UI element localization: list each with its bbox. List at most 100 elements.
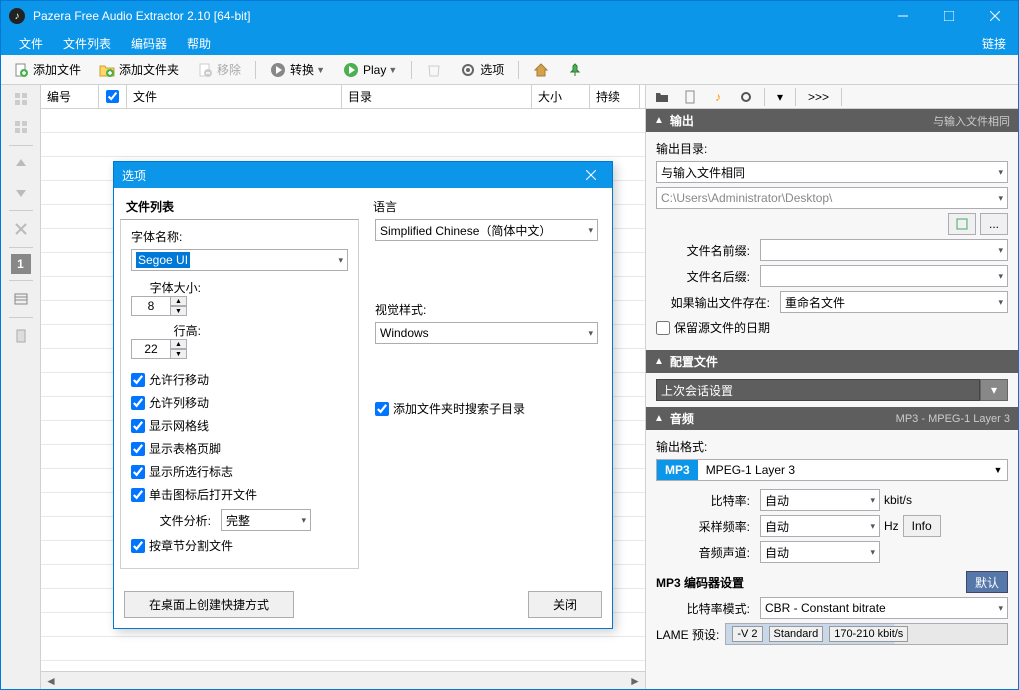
chk-selmark[interactable] xyxy=(131,465,145,479)
right-tabs: ♪ ▾ >>> xyxy=(646,85,1018,109)
fontsize-down[interactable]: ▼ xyxy=(171,306,187,316)
format-select[interactable]: MP3 MPEG-1 Layer 3 ▼ xyxy=(656,459,1008,481)
lame-v: -V 2 xyxy=(732,626,762,642)
tab-gear-icon[interactable] xyxy=(734,86,758,108)
minimize-button[interactable] xyxy=(880,1,926,31)
mp3-encoder-label: MP3 编码器设置 xyxy=(656,574,744,591)
output-dir-label: 输出目录: xyxy=(656,140,1008,157)
output-path-select[interactable]: C:\Users\Administrator\Desktop\ ▾ xyxy=(656,187,1008,209)
menu-filelist[interactable]: 文件列表 xyxy=(53,31,121,55)
gutter-x-icon[interactable] xyxy=(6,217,36,241)
style-label: 视觉样式: xyxy=(375,301,598,318)
fileanalysis-select[interactable]: 完整▾ xyxy=(221,509,311,531)
add-file-icon xyxy=(13,62,29,78)
chk-openicon[interactable] xyxy=(131,488,145,502)
exists-select[interactable]: 重命名文件▾ xyxy=(780,291,1008,313)
menu-file[interactable]: 文件 xyxy=(9,31,53,55)
gutter-grid2-icon[interactable] xyxy=(6,115,36,139)
preserve-date-checkbox[interactable] xyxy=(656,321,670,335)
bitrate-mode-select[interactable]: CBR - Constant bitrate▾ xyxy=(760,597,1008,619)
samplerate-select[interactable]: 自动▾ xyxy=(760,515,880,537)
collapse-icon: ▲ xyxy=(654,115,664,126)
col-checkbox[interactable] xyxy=(99,85,127,108)
gutter-up-icon[interactable] xyxy=(6,152,36,176)
col-file[interactable]: 文件 xyxy=(127,85,342,108)
suffix-label: 文件名后缀: xyxy=(656,268,756,285)
style-select[interactable]: Windows▾ xyxy=(375,322,598,344)
info-button[interactable]: Info xyxy=(903,515,941,537)
chk-rowmove[interactable] xyxy=(131,373,145,387)
more-path-button[interactable]: ... xyxy=(980,213,1008,235)
prefix-select[interactable]: ▾ xyxy=(760,239,1008,261)
gutter-table-icon[interactable] xyxy=(6,287,36,311)
dialog-close-btn[interactable]: 关闭 xyxy=(528,591,602,618)
rowheight-down[interactable]: ▼ xyxy=(171,349,187,359)
rowheight-up[interactable]: ▲ xyxy=(171,339,187,349)
col-dur[interactable]: 持续 xyxy=(590,85,640,108)
scroll-left-icon[interactable]: ◄ xyxy=(43,674,59,688)
col-size[interactable]: 大小 xyxy=(532,85,590,108)
remove-button[interactable]: 移除 xyxy=(191,59,247,80)
fontsize-input[interactable] xyxy=(131,296,171,316)
tab-dropdown[interactable]: ▾ xyxy=(771,86,789,108)
close-button[interactable] xyxy=(972,1,1018,31)
fontname-select[interactable]: Segoe UI ▾ xyxy=(131,249,348,271)
preserve-date-label: 保留源文件的日期 xyxy=(674,319,770,336)
create-shortcut-button[interactable]: 在桌面上创建快捷方式 xyxy=(124,591,294,618)
app-icon: ♪ xyxy=(9,8,25,24)
options-button[interactable]: 选项 xyxy=(454,59,510,80)
bitrate-select[interactable]: 自动▾ xyxy=(760,489,880,511)
output-dir-select[interactable]: 与输入文件相同 ▾ xyxy=(656,161,1008,183)
default-button[interactable]: 默认 xyxy=(966,571,1008,593)
menu-link[interactable]: 链接 xyxy=(982,35,1018,52)
chevron-down-icon: ▼ xyxy=(388,65,397,75)
gutter-one-icon[interactable]: 1 xyxy=(11,254,31,274)
dialog-close-button[interactable] xyxy=(578,162,604,188)
header-checkbox[interactable] xyxy=(106,90,119,103)
add-file-button[interactable]: 添加文件 xyxy=(7,59,87,80)
chk-gridlines[interactable] xyxy=(131,419,145,433)
pin-button[interactable] xyxy=(561,60,589,80)
home-button[interactable] xyxy=(527,60,555,80)
lang-select[interactable]: Simplified Chinese（简体中文）▾ xyxy=(375,219,598,241)
channels-select[interactable]: 自动▾ xyxy=(760,541,880,563)
chk-colmove[interactable] xyxy=(131,396,145,410)
col-dir[interactable]: 目录 xyxy=(342,85,532,108)
convert-button[interactable]: 转换 ▼ xyxy=(264,59,331,80)
file-header: 编号 文件 目录 大小 持续 xyxy=(41,85,645,109)
filelist-group-label: 文件列表 xyxy=(120,194,359,219)
chk-footer[interactable] xyxy=(131,442,145,456)
delete-button[interactable] xyxy=(420,60,448,80)
dialog-title-bar[interactable]: 选项 xyxy=(114,162,612,188)
suffix-select[interactable]: ▾ xyxy=(760,265,1008,287)
tab-folder-icon[interactable] xyxy=(650,86,674,108)
tab-music-icon[interactable]: ♪ xyxy=(706,86,730,108)
lame-preset-slider[interactable]: -V 2 Standard 170-210 kbit/s xyxy=(725,623,1008,645)
tab-doc-icon[interactable] xyxy=(678,86,702,108)
maximize-button[interactable] xyxy=(926,1,972,31)
config-select[interactable]: 上次会话设置 xyxy=(656,379,980,401)
add-folder-button[interactable]: 添加文件夹 xyxy=(93,59,185,80)
menu-encoder[interactable]: 编码器 xyxy=(121,31,177,55)
fontsize-up[interactable]: ▲ xyxy=(171,296,187,306)
gutter-grid1-icon[interactable] xyxy=(6,87,36,111)
chk-chapter[interactable] xyxy=(131,539,145,553)
section-output-header[interactable]: ▲ 输出 与输入文件相同 xyxy=(646,109,1018,132)
gutter-down-icon[interactable] xyxy=(6,180,36,204)
output-dir-value: 与输入文件相同 xyxy=(661,164,745,181)
dialog-title: 选项 xyxy=(122,167,578,184)
config-drop-button[interactable]: ▾ xyxy=(980,379,1008,401)
gutter-doc-icon[interactable] xyxy=(6,324,36,348)
rowheight-input[interactable] xyxy=(131,339,171,359)
section-audio-header[interactable]: ▲ 音频 MP3 - MPEG-1 Layer 3 xyxy=(646,407,1018,430)
section-config-header[interactable]: ▲ 配置文件 xyxy=(646,350,1018,373)
horizontal-scrollbar[interactable]: ◄ ► xyxy=(41,671,645,689)
menu-help[interactable]: 帮助 xyxy=(177,31,221,55)
collapse-icon: ▲ xyxy=(654,413,664,424)
scroll-right-icon[interactable]: ► xyxy=(627,674,643,688)
play-button[interactable]: Play ▼ xyxy=(337,60,403,80)
browse-button[interactable] xyxy=(948,213,976,235)
col-num[interactable]: 编号 xyxy=(41,85,99,108)
chk-subdir[interactable] xyxy=(375,402,389,416)
tab-more[interactable]: >>> xyxy=(802,86,835,108)
